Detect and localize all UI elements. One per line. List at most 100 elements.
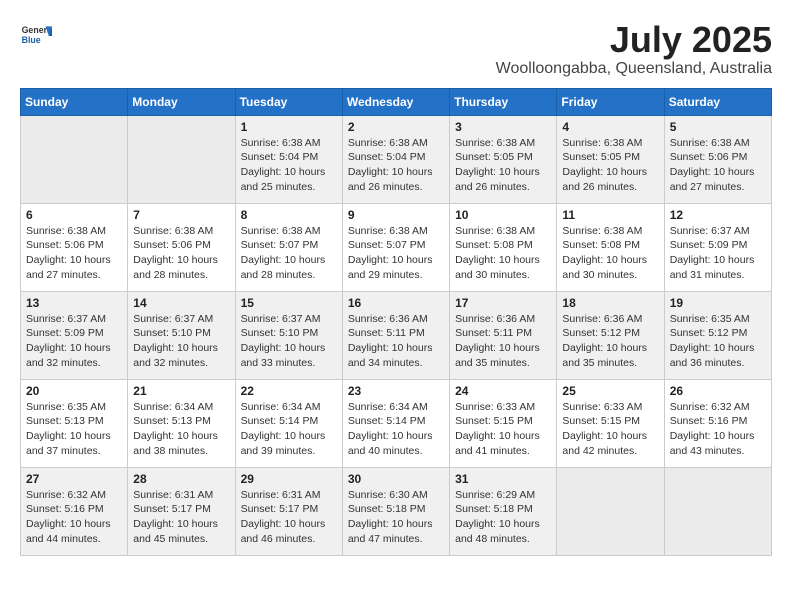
day-info: Sunrise: 6:30 AM Sunset: 5:18 PM Dayligh… (348, 488, 444, 547)
day-number: 22 (241, 384, 337, 398)
header-thursday: Thursday (450, 88, 557, 115)
table-row: 22Sunrise: 6:34 AM Sunset: 5:14 PM Dayli… (235, 379, 342, 467)
table-row (128, 115, 235, 203)
day-number: 23 (348, 384, 444, 398)
day-info: Sunrise: 6:38 AM Sunset: 5:05 PM Dayligh… (455, 136, 551, 195)
table-row: 8Sunrise: 6:38 AM Sunset: 5:07 PM Daylig… (235, 203, 342, 291)
day-number: 21 (133, 384, 229, 398)
title-block: July 2025 Woolloongabba, Queensland, Aus… (496, 20, 772, 78)
calendar-week-row: 20 Sunrise: 6:35 AM Sunset: 5:13 PM Dayli… (21, 379, 772, 467)
day-info: Sunrise: 6:36 AM Sunset: 5:11 PM Dayligh… (455, 312, 551, 371)
day-info: Sunrise: 6:38 AM Sunset: 5:07 PM Dayligh… (348, 224, 444, 283)
day-number: 14 (133, 296, 229, 310)
table-row: 30 Sunrise: 6:30 AM Sunset: 5:18 PM Dayli… (342, 467, 449, 555)
day-number: 11 (562, 208, 658, 222)
day-info: Sunrise: 6:32 AM Sunset: 5:16 PM Dayligh… (670, 400, 766, 459)
calendar-week-row: 27 Sunrise: 6:32 AM Sunset: 5:16 PM Dayli… (21, 467, 772, 555)
day-number: 4 (562, 120, 658, 134)
day-number: 20 (26, 384, 122, 398)
day-number: 24 (455, 384, 551, 398)
table-row: 2 Sunrise: 6:38 AM Sunset: 5:04 PM Daylig… (342, 115, 449, 203)
header-wednesday: Wednesday (342, 88, 449, 115)
calendar-week-row: 13 Sunrise: 6:37 AM Sunset: 5:09 PM Dayli… (21, 291, 772, 379)
day-number: 15 (241, 296, 337, 310)
table-row: 3 Sunrise: 6:38 AM Sunset: 5:05 PM Daylig… (450, 115, 557, 203)
table-row: 21 Sunrise: 6:34 AM Sunset: 5:13 PM Dayli… (128, 379, 235, 467)
table-row: 24Sunrise: 6:33 AM Sunset: 5:15 PM Dayli… (450, 379, 557, 467)
table-row: 11 Sunrise: 6:38 AM Sunset: 5:08 PM Dayli… (557, 203, 664, 291)
day-info: Sunrise: 6:38 AM Sunset: 5:06 PM Dayligh… (670, 136, 766, 195)
day-number: 16 (348, 296, 444, 310)
table-row: 23 Sunrise: 6:34 AM Sunset: 5:14 PM Dayli… (342, 379, 449, 467)
day-number: 6 (26, 208, 122, 222)
table-row: 28Sunrise: 6:31 AM Sunset: 5:17 PM Dayli… (128, 467, 235, 555)
day-number: 19 (670, 296, 766, 310)
table-row: 4 Sunrise: 6:38 AM Sunset: 5:05 PM Daylig… (557, 115, 664, 203)
weekday-header-row: Sunday Monday Tuesday Wednesday Thursday… (21, 88, 772, 115)
day-info: Sunrise: 6:37 AM Sunset: 5:10 PM Dayligh… (133, 312, 229, 371)
day-number: 30 (348, 472, 444, 486)
table-row: 20 Sunrise: 6:35 AM Sunset: 5:13 PM Dayli… (21, 379, 128, 467)
day-info: Sunrise: 6:38 AM Sunset: 5:08 PM Dayligh… (455, 224, 551, 283)
day-number: 12 (670, 208, 766, 222)
calendar-table: Sunday Monday Tuesday Wednesday Thursday… (20, 88, 772, 556)
day-info: Sunrise: 6:36 AM Sunset: 5:12 PM Dayligh… (562, 312, 658, 371)
day-info: Sunrise: 6:36 AM Sunset: 5:11 PM Dayligh… (348, 312, 444, 371)
header-monday: Monday (128, 88, 235, 115)
table-row: 13 Sunrise: 6:37 AM Sunset: 5:09 PM Dayli… (21, 291, 128, 379)
table-row: 1Sunrise: 6:38 AM Sunset: 5:04 PM Daylig… (235, 115, 342, 203)
svg-text:Blue: Blue (22, 35, 41, 45)
day-info: Sunrise: 6:32 AM Sunset: 5:16 PM Dayligh… (26, 488, 122, 547)
day-info: Sunrise: 6:35 AM Sunset: 5:13 PM Dayligh… (26, 400, 122, 459)
day-info: Sunrise: 6:37 AM Sunset: 5:09 PM Dayligh… (26, 312, 122, 371)
day-number: 2 (348, 120, 444, 134)
location-subtitle: Woolloongabba, Queensland, Australia (496, 60, 772, 78)
day-info: Sunrise: 6:38 AM Sunset: 5:04 PM Dayligh… (348, 136, 444, 195)
logo: General Blue (20, 20, 52, 52)
table-row: 15Sunrise: 6:37 AM Sunset: 5:10 PM Dayli… (235, 291, 342, 379)
table-row (664, 467, 771, 555)
header-friday: Friday (557, 88, 664, 115)
page-header: General Blue July 2025 Woolloongabba, Qu… (20, 20, 772, 78)
day-number: 9 (348, 208, 444, 222)
table-row: 31 Sunrise: 6:29 AM Sunset: 5:18 PM Dayli… (450, 467, 557, 555)
day-number: 25 (562, 384, 658, 398)
day-info: Sunrise: 6:35 AM Sunset: 5:12 PM Dayligh… (670, 312, 766, 371)
header-tuesday: Tuesday (235, 88, 342, 115)
day-info: Sunrise: 6:31 AM Sunset: 5:17 PM Dayligh… (241, 488, 337, 547)
day-number: 27 (26, 472, 122, 486)
table-row: 9 Sunrise: 6:38 AM Sunset: 5:07 PM Daylig… (342, 203, 449, 291)
table-row: 19 Sunrise: 6:35 AM Sunset: 5:12 PM Dayli… (664, 291, 771, 379)
table-row: 7 Sunrise: 6:38 AM Sunset: 5:06 PM Daylig… (128, 203, 235, 291)
day-info: Sunrise: 6:34 AM Sunset: 5:14 PM Dayligh… (348, 400, 444, 459)
table-row: 10Sunrise: 6:38 AM Sunset: 5:08 PM Dayli… (450, 203, 557, 291)
day-number: 17 (455, 296, 551, 310)
day-info: Sunrise: 6:34 AM Sunset: 5:13 PM Dayligh… (133, 400, 229, 459)
day-info: Sunrise: 6:29 AM Sunset: 5:18 PM Dayligh… (455, 488, 551, 547)
day-number: 29 (241, 472, 337, 486)
table-row: 26 Sunrise: 6:32 AM Sunset: 5:16 PM Dayli… (664, 379, 771, 467)
day-number: 3 (455, 120, 551, 134)
table-row: 27 Sunrise: 6:32 AM Sunset: 5:16 PM Dayli… (21, 467, 128, 555)
month-year-title: July 2025 (496, 20, 772, 60)
table-row: 16 Sunrise: 6:36 AM Sunset: 5:11 PM Dayli… (342, 291, 449, 379)
day-info: Sunrise: 6:38 AM Sunset: 5:08 PM Dayligh… (562, 224, 658, 283)
day-info: Sunrise: 6:38 AM Sunset: 5:06 PM Dayligh… (26, 224, 122, 283)
table-row: 5 Sunrise: 6:38 AM Sunset: 5:06 PM Daylig… (664, 115, 771, 203)
logo-icon: General Blue (20, 20, 52, 52)
day-info: Sunrise: 6:38 AM Sunset: 5:06 PM Dayligh… (133, 224, 229, 283)
table-row: 12 Sunrise: 6:37 AM Sunset: 5:09 PM Dayli… (664, 203, 771, 291)
day-number: 31 (455, 472, 551, 486)
day-number: 7 (133, 208, 229, 222)
day-number: 26 (670, 384, 766, 398)
table-row: 25Sunrise: 6:33 AM Sunset: 5:15 PM Dayli… (557, 379, 664, 467)
day-number: 13 (26, 296, 122, 310)
table-row (21, 115, 128, 203)
calendar-week-row: 6 Sunrise: 6:38 AM Sunset: 5:06 PM Daylig… (21, 203, 772, 291)
table-row: 17 Sunrise: 6:36 AM Sunset: 5:11 PM Dayli… (450, 291, 557, 379)
day-info: Sunrise: 6:38 AM Sunset: 5:07 PM Dayligh… (241, 224, 337, 283)
day-info: Sunrise: 6:38 AM Sunset: 5:05 PM Dayligh… (562, 136, 658, 195)
day-info: Sunrise: 6:37 AM Sunset: 5:09 PM Dayligh… (670, 224, 766, 283)
day-number: 28 (133, 472, 229, 486)
day-number: 5 (670, 120, 766, 134)
